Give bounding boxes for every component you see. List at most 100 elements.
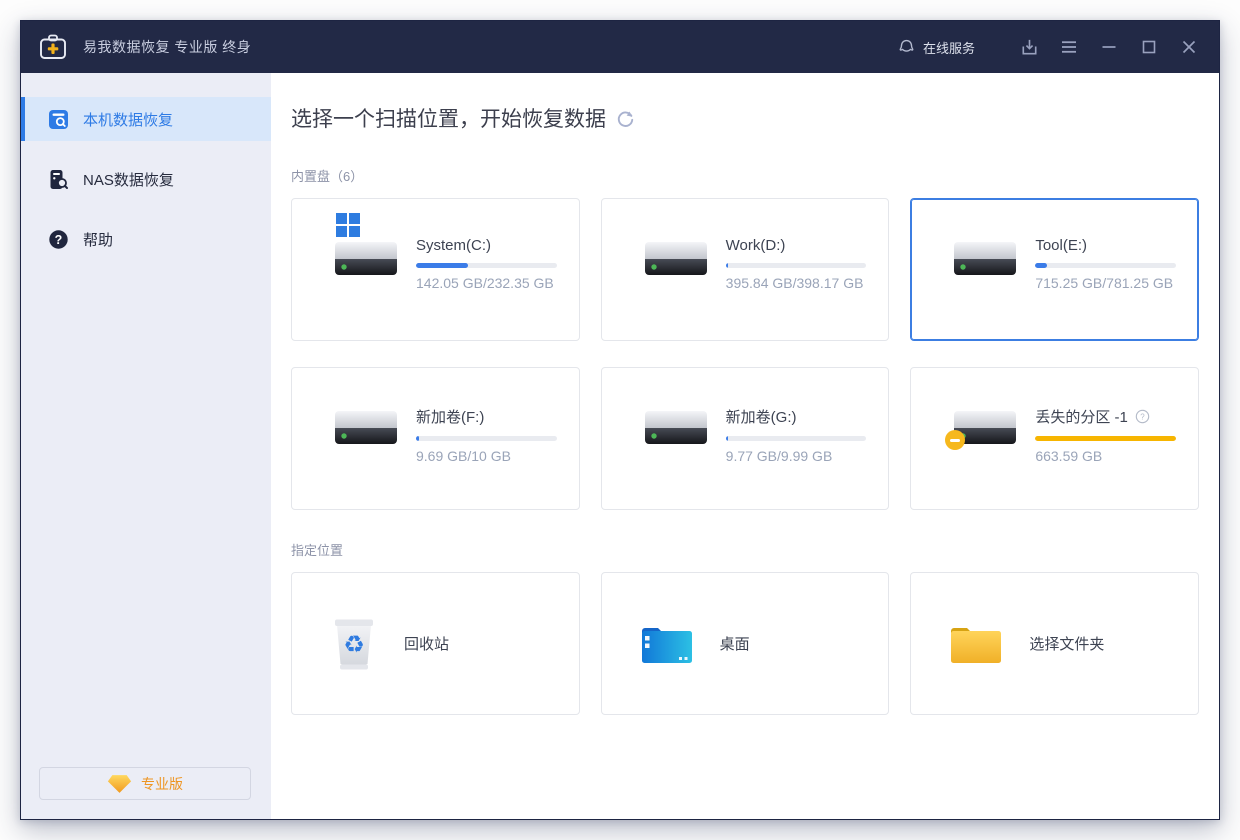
usage-text: 395.84 GB/398.17 GB <box>726 275 867 291</box>
drive-card-tool-e[interactable]: Tool(E:) 715.25 GB/781.25 GB <box>910 198 1199 341</box>
online-service-label: 在线服务 <box>923 38 975 57</box>
svg-text:?: ? <box>55 233 63 247</box>
drive-name: Tool(E:) <box>1035 237 1087 254</box>
app-logo-toolbox-icon <box>39 34 67 60</box>
hard-drive-icon <box>334 410 398 445</box>
drive-name: 丢失的分区 -1 <box>1035 406 1128 427</box>
recycle-bin-icon: ♻ <box>330 616 378 672</box>
maximize-button[interactable] <box>1137 35 1161 59</box>
usage-fill <box>1035 263 1046 268</box>
app-body: 本机数据恢复 NAS数据恢复 <box>21 73 1219 819</box>
app-title: 易我数据恢复 专业版 终身 <box>83 37 251 57</box>
drive-visual <box>334 241 398 340</box>
drive-visual <box>953 410 1017 509</box>
app-window: 易我数据恢复 专业版 终身 在线服务 <box>20 20 1220 820</box>
sidebar-item-label: 本机数据恢复 <box>83 109 173 130</box>
drive-info: Tool(E:) 715.25 GB/781.25 GB <box>1035 237 1176 340</box>
sidebar-item-label: NAS数据恢复 <box>83 169 174 190</box>
usage-bar <box>1035 436 1176 441</box>
nas-recovery-icon <box>48 169 69 190</box>
usage-fill <box>726 263 728 268</box>
edition-label: 专业版 <box>141 774 183 794</box>
drive-visual <box>644 410 708 509</box>
gem-icon <box>107 774 132 794</box>
usage-bar <box>726 436 867 441</box>
usage-text: 9.77 GB/9.99 GB <box>726 448 867 464</box>
section-label-internal-disks: 内置盘（6） <box>291 166 1199 185</box>
usage-text: 715.25 GB/781.25 GB <box>1035 275 1176 291</box>
drive-name: Work(D:) <box>726 237 786 254</box>
sidebar-item-help[interactable]: ? 帮助 <box>21 217 271 261</box>
help-icon: ? <box>48 229 69 250</box>
desktop-folder-icon <box>640 623 694 665</box>
choose-folder-icon <box>949 623 1003 665</box>
drive-name: 新加卷(F:) <box>416 406 484 427</box>
svg-text:♻: ♻ <box>343 630 365 658</box>
desktop-stage: 易我数据恢复 专业版 终身 在线服务 <box>0 0 1240 840</box>
section-label-specified-locations: 指定位置 <box>291 540 1199 559</box>
drive-card-new-volume-g[interactable]: 新加卷(G:) 9.77 GB/9.99 GB <box>601 367 890 510</box>
close-button[interactable] <box>1177 35 1201 59</box>
drive-card-system-c[interactable]: System(C:) 142.05 GB/232.35 GB <box>291 198 580 341</box>
location-label: 桌面 <box>720 633 750 654</box>
hard-drive-icon <box>953 241 1017 276</box>
location-card-desktop[interactable]: 桌面 <box>601 572 890 715</box>
internal-disks-grid: System(C:) 142.05 GB/232.35 GB <box>291 198 1199 510</box>
usage-fill <box>726 436 729 441</box>
online-service-button[interactable]: 在线服务 <box>897 38 975 57</box>
usage-fill <box>416 263 468 268</box>
drive-visual <box>953 241 1017 340</box>
sidebar: 本机数据恢复 NAS数据恢复 <box>21 73 271 819</box>
specified-locations-grid: ♻ 回收站 桌面 <box>291 572 1199 715</box>
download-icon <box>1019 37 1040 58</box>
drive-card-work-d[interactable]: Work(D:) 395.84 GB/398.17 GB <box>601 198 890 341</box>
sidebar-item-local-recovery[interactable]: 本机数据恢复 <box>21 97 271 141</box>
sidebar-item-label: 帮助 <box>83 229 113 250</box>
edition-upgrade-button[interactable]: 专业版 <box>39 767 251 800</box>
location-card-recycle-bin[interactable]: ♻ 回收站 <box>291 572 580 715</box>
hard-drive-icon <box>334 241 398 276</box>
windows-logo-icon <box>336 213 360 237</box>
active-indicator-bar <box>21 97 25 141</box>
usage-fill <box>416 436 419 441</box>
heading-row: 选择一个扫描位置，开始恢复数据 <box>291 103 1199 133</box>
usage-bar <box>416 436 557 441</box>
hard-drive-icon <box>644 241 708 276</box>
drive-info: 丢失的分区 -1 ? 663.59 GB <box>1035 406 1176 509</box>
location-card-choose-folder[interactable]: 选择文件夹 <box>910 572 1199 715</box>
refresh-icon[interactable] <box>616 110 635 129</box>
drive-visual <box>644 241 708 340</box>
usage-bar <box>726 263 867 268</box>
minimize-button[interactable] <box>1097 35 1121 59</box>
usage-text: 663.59 GB <box>1035 448 1176 464</box>
sidebar-item-nas-recovery[interactable]: NAS数据恢复 <box>21 157 271 201</box>
minimize-icon <box>1099 37 1119 57</box>
drive-name: 新加卷(G:) <box>726 406 797 427</box>
usage-bar <box>1035 263 1176 268</box>
sidebar-spacer <box>21 277 271 767</box>
drive-card-new-volume-f[interactable]: 新加卷(F:) 9.69 GB/10 GB <box>291 367 580 510</box>
hamburger-menu-icon <box>1059 37 1079 57</box>
maximize-icon <box>1139 37 1159 57</box>
main-content: 选择一个扫描位置，开始恢复数据 内置盘（6） <box>271 73 1219 819</box>
usage-fill <box>1035 436 1176 441</box>
titlebar: 易我数据恢复 专业版 终身 在线服务 <box>21 21 1219 73</box>
drive-info: Work(D:) 395.84 GB/398.17 GB <box>726 237 867 340</box>
drive-info: 新加卷(F:) 9.69 GB/10 GB <box>416 406 557 509</box>
usage-text: 142.05 GB/232.35 GB <box>416 275 557 291</box>
svg-text:?: ? <box>1140 413 1145 422</box>
location-label: 选择文件夹 <box>1029 633 1104 654</box>
drive-card-lost-partition[interactable]: 丢失的分区 -1 ? 663.59 GB <box>910 367 1199 510</box>
usage-text: 9.69 GB/10 GB <box>416 448 557 464</box>
drive-info: System(C:) 142.05 GB/232.35 GB <box>416 237 557 340</box>
usage-bar <box>416 263 557 268</box>
menu-button[interactable] <box>1057 35 1081 59</box>
online-service-qq-icon <box>897 38 916 57</box>
download-center-button[interactable] <box>1017 35 1041 59</box>
page-title: 选择一个扫描位置，开始恢复数据 <box>291 103 606 133</box>
location-label: 回收站 <box>404 633 449 654</box>
drive-name: System(C:) <box>416 237 491 254</box>
lost-partition-help-icon[interactable]: ? <box>1135 409 1150 424</box>
lost-partition-badge-icon <box>945 430 965 450</box>
hard-drive-icon <box>644 410 708 445</box>
